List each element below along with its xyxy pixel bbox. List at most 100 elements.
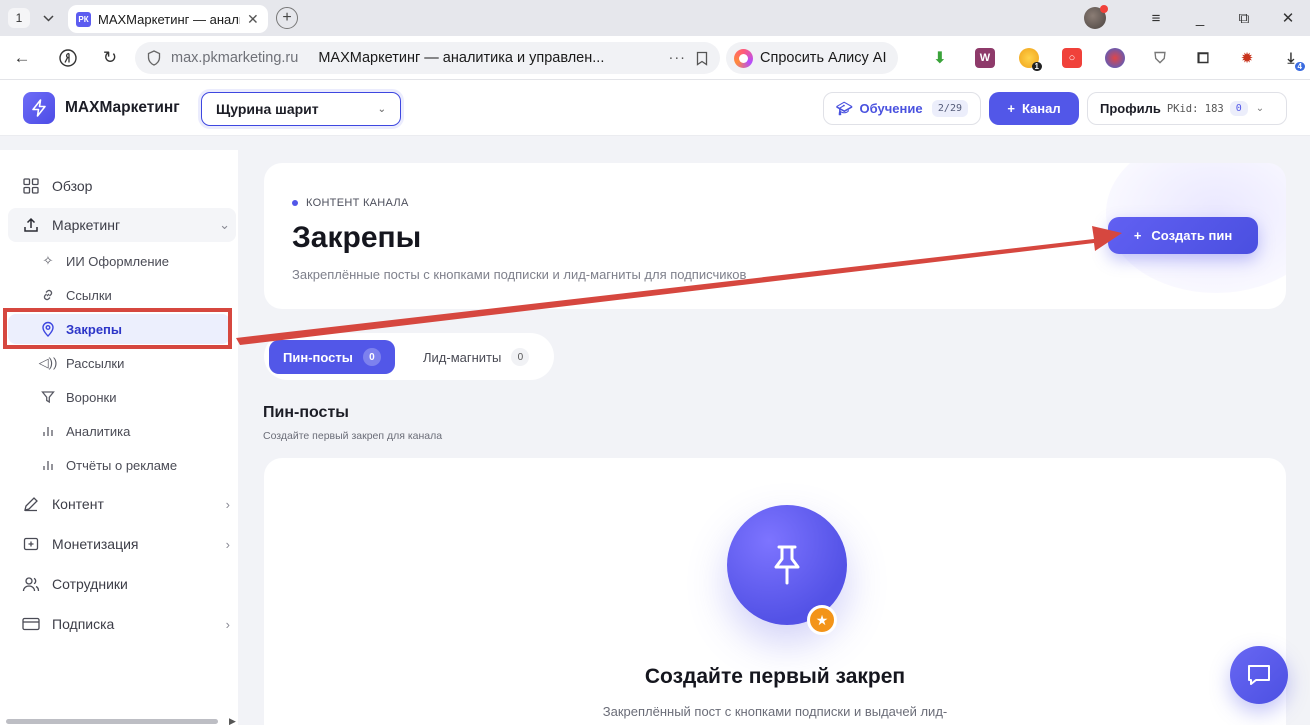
chevron-down-icon: ⌄ (1255, 103, 1265, 114)
tab-pin-posts[interactable]: Пин-посты 0 (269, 340, 395, 374)
browser-address-bar: ← ↻ max.pkmarketing.ru MAXМаркетинг — ан… (0, 36, 1310, 80)
sidebar-item-monetization[interactable]: Монетизация › (8, 527, 236, 561)
channel-selected-value: Щурина шарит (216, 101, 319, 117)
globe-extension-icon[interactable] (1105, 48, 1125, 68)
minimize-icon[interactable]: _ (1178, 10, 1222, 27)
w-extension-icon[interactable]: W (975, 48, 995, 68)
bar-chart-icon (40, 457, 56, 473)
sidebar-item-label: Монетизация (52, 536, 139, 552)
empty-state-card: ★ Создайте первый закреп Закреплённый по… (264, 458, 1286, 725)
reload-icon[interactable]: ↻ (100, 48, 120, 68)
yandex-logo-icon[interactable] (58, 48, 78, 68)
sidebar-subitem-ai-design[interactable]: ✧ ИИ Оформление (8, 246, 230, 276)
sidebar-item-content[interactable]: Контент › (8, 487, 236, 521)
chat-bubble-icon (1248, 665, 1270, 685)
empty-state-description: Закреплённый пост с кнопками подписки и … (602, 704, 948, 719)
sidebar-item-staff[interactable]: Сотрудники (8, 567, 236, 601)
users-icon (22, 575, 40, 593)
plus-square-icon (22, 535, 40, 553)
url-domain: max.pkmarketing.ru (171, 50, 299, 66)
browser-tab-bar: 1 РК MAXМаркетинг — аналитика ✕ + ≡ _ ⧉ … (0, 0, 1310, 36)
page-hero-card: КОНТЕНТ КАНАЛА Закрепы Закреплённые пост… (264, 163, 1286, 309)
annotation-highlight-box (3, 308, 232, 349)
tab-counter[interactable]: 1 (8, 8, 30, 28)
download-arrow-extension-icon[interactable]: ⬇ (930, 48, 950, 68)
shield-extension-icon[interactable]: ⛉ (1150, 48, 1170, 68)
chevron-right-icon: › (225, 536, 230, 552)
add-channel-label: Канал (1021, 101, 1061, 116)
coin-extension-icon[interactable]: 1 (1019, 48, 1042, 71)
tab-label: Пин-посты (283, 349, 353, 365)
bar-chart-icon (40, 423, 56, 439)
sidebar-item-label: Сотрудники (52, 576, 128, 592)
plus-icon: + (1133, 228, 1142, 243)
window-close-icon[interactable]: ✕ (1266, 9, 1310, 27)
bug-extension-icon[interactable]: ✹ (1237, 48, 1257, 68)
new-tab-plus-icon[interactable]: + (276, 7, 298, 29)
page-subtitle: Закреплённые посты с кнопками подписки и… (292, 267, 747, 282)
sidebar-item-label: Воронки (66, 389, 117, 405)
content-type-tabs: Пин-посты 0 Лид-магниты 0 (264, 333, 554, 380)
tab-list-chevron-icon[interactable] (37, 8, 59, 28)
channel-selector[interactable]: Щурина шарит ⌄ (201, 92, 401, 126)
tab-title: MAXМаркетинг — аналитика (98, 11, 240, 27)
sidebar-item-label: Аналитика (66, 423, 131, 439)
restore-icon[interactable]: ⧉ (1222, 10, 1266, 27)
window-controls: ≡ _ ⧉ ✕ (1084, 0, 1310, 36)
sidebar-item-label: Ссылки (66, 287, 112, 303)
profile-label: Профиль (1100, 101, 1161, 116)
speaker-icon: ◁)) (38, 355, 58, 370)
sidebar-item-label: Обзор (52, 178, 93, 194)
tab-count-badge: 0 (362, 348, 381, 366)
red-ring-extension-icon[interactable]: ○ (1062, 48, 1082, 68)
lightning-logo-icon[interactable] (23, 92, 55, 124)
sidebar-item-subscription[interactable]: Подписка › (8, 607, 236, 641)
url-field[interactable]: max.pkmarketing.ru MAXМаркетинг — аналит… (135, 42, 720, 74)
sidebar-item-label: Контент (52, 496, 104, 512)
tab-favicon-icon: РК (76, 11, 91, 27)
learning-progress-badge: 2/29 (931, 100, 968, 117)
learning-button[interactable]: 🎓︎ Обучение 2/29 (823, 92, 981, 125)
tab-close-icon[interactable]: ✕ (247, 11, 259, 28)
create-pin-button[interactable]: + Создать пин (1108, 217, 1258, 254)
sidebar-subitem-links[interactable]: Ссылки (8, 280, 230, 310)
sidebar-subitem-analytics[interactable]: Аналитика (8, 416, 230, 446)
profile-menu-button[interactable]: Профиль PKid: 183 0 ⌄ (1087, 92, 1287, 125)
puzzle-extension-icon[interactable]: ⧠ (1193, 48, 1213, 68)
sidebar-subitem-mailings[interactable]: ◁)) Рассылки (8, 348, 230, 378)
support-chat-button[interactable] (1230, 646, 1288, 704)
app-logo-text[interactable]: MAXМаркетинг (65, 99, 180, 117)
dot-icon (292, 200, 298, 206)
browser-profile-avatar[interactable] (1084, 5, 1108, 29)
link-icon (40, 287, 56, 303)
sidebar-subitem-ad-reports[interactable]: Отчёты о рекламе (8, 450, 230, 480)
grid-icon (22, 177, 40, 195)
sidebar-item-overview[interactable]: Обзор (8, 169, 236, 203)
sidebar-item-marketing[interactable]: Маркетинг ⌄ (8, 208, 236, 242)
downloads-icon[interactable]: ⤓ 4 (1281, 48, 1305, 71)
profile-id: PKid: 183 (1166, 102, 1224, 115)
sidebar-item-label: ИИ Оформление (66, 253, 169, 269)
funnel-icon (40, 389, 56, 405)
ask-alice-button[interactable]: Спросить Алису AI (726, 42, 898, 74)
chevron-right-icon: › (225, 616, 230, 632)
add-channel-button[interactable]: + Канал (989, 92, 1079, 125)
sidebar-horizontal-scrollbar[interactable] (6, 719, 218, 724)
credit-card-icon (22, 615, 40, 633)
tab-lead-magnets[interactable]: Лид-магниты 0 (409, 340, 543, 374)
browser-menu-icon[interactable]: ≡ (1134, 10, 1178, 27)
sidebar: Обзор Маркетинг ⌄ ✧ ИИ Оформление Ссылки… (0, 150, 238, 725)
site-info-shield-icon[interactable] (147, 50, 161, 66)
chevron-right-icon: › (225, 496, 230, 512)
back-arrow-icon[interactable]: ← (12, 48, 32, 68)
browser-tab-active[interactable]: РК MAXМаркетинг — аналитика ✕ (68, 5, 268, 33)
ask-alice-label: Спросить Алису AI (760, 50, 887, 66)
ext-badge: 1 (1031, 62, 1042, 71)
chevron-down-icon: ⌄ (377, 103, 386, 115)
url-more-icon[interactable]: ··· (669, 50, 687, 66)
url-page-title: MAXМаркетинг — аналитика и управлен... (318, 50, 605, 66)
tab-label: Лид-магниты (423, 349, 502, 365)
bookmark-icon[interactable] (696, 51, 708, 66)
sidebar-subitem-funnels[interactable]: Воронки (8, 382, 230, 412)
scroll-right-arrow-icon[interactable]: ▶ (229, 716, 236, 725)
